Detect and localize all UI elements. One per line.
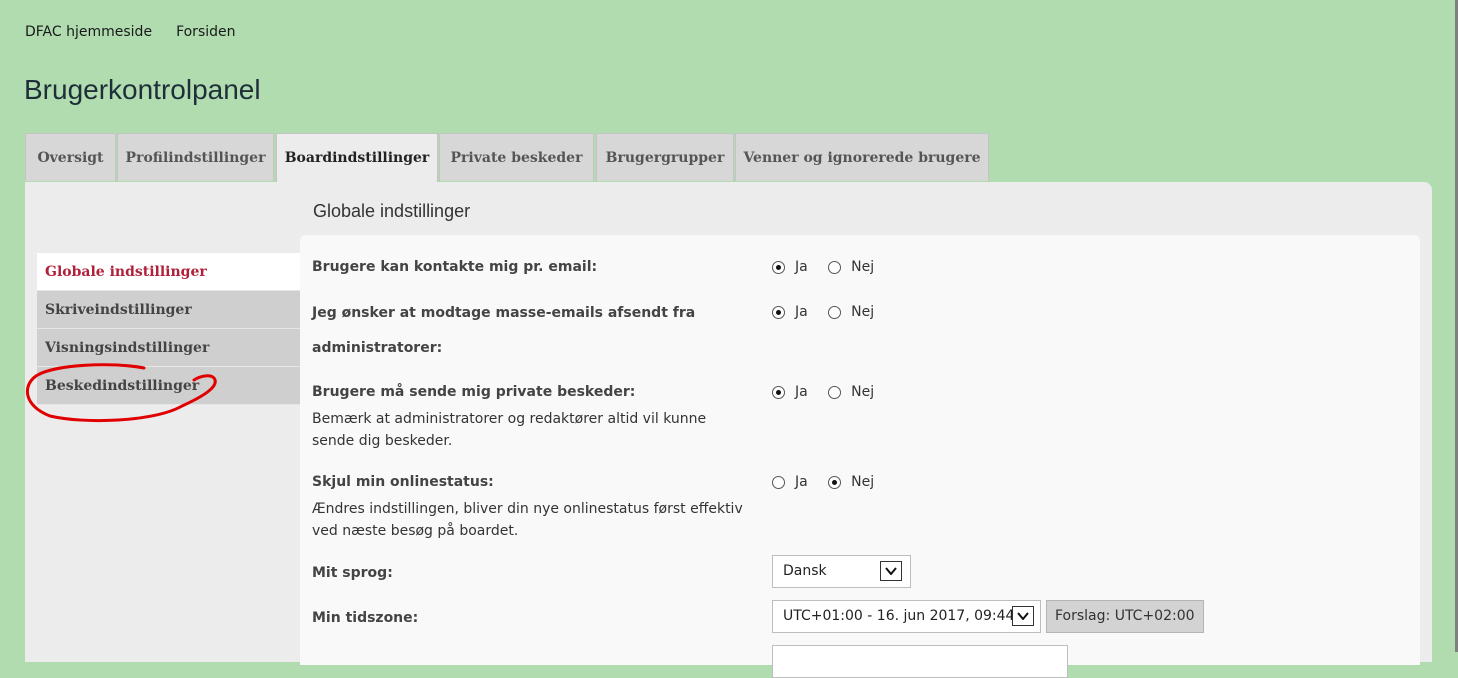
radio-checked-icon[interactable] xyxy=(772,260,785,274)
setting-email-contact: Brugere kan kontakte mig pr. email: Ja N… xyxy=(312,259,1412,275)
radio-label: Nej xyxy=(851,259,875,275)
radio-label: Nej xyxy=(851,304,875,320)
radio-unchecked-icon[interactable] xyxy=(828,260,842,274)
tab-venner-og-ignorerede-brugere[interactable]: Venner og ignorerede brugere xyxy=(735,133,989,181)
chevron-down-icon[interactable] xyxy=(1012,606,1034,626)
timezone-select-value: UTC+01:00 - 16. jun 2017, 09:44 xyxy=(783,608,1015,624)
private-messages-yes-option[interactable]: Ja xyxy=(772,384,808,400)
private-messages-no-option[interactable]: Nej xyxy=(828,384,874,400)
tab-oversigt[interactable]: Oversigt xyxy=(25,133,116,181)
hide-online-no-option[interactable]: Nej xyxy=(828,474,874,490)
email-contact-no-option[interactable]: Nej xyxy=(828,259,874,275)
radio-label: Ja xyxy=(795,474,808,490)
sidenav-item-beskedindstillinger[interactable]: Beskedindstillinger xyxy=(37,367,300,405)
tab-brugergrupper[interactable]: Brugergrupper xyxy=(596,133,734,181)
language-select-value: Dansk xyxy=(783,563,827,579)
language-select[interactable]: Dansk xyxy=(772,555,911,588)
private-messages-radio-group: Ja Nej xyxy=(772,384,890,403)
radio-unchecked-icon[interactable] xyxy=(828,305,842,319)
sidenav-item-skriveindstillinger[interactable]: Skriveindstillinger xyxy=(37,291,300,329)
settings-form: Brugere kan kontakte mig pr. email: Ja N… xyxy=(300,235,1420,678)
chevron-down-icon[interactable] xyxy=(880,561,902,581)
radio-checked-icon[interactable] xyxy=(772,385,785,399)
breadcrumb-forum-link[interactable]: Forsiden xyxy=(176,24,235,40)
mass-email-label-line2: administratorer: xyxy=(312,340,443,356)
hide-online-radio-group: Ja Nej xyxy=(772,474,890,493)
setting-private-messages: Brugere må sende mig private beskeder: B… xyxy=(312,384,1412,452)
radio-label: Ja xyxy=(795,304,808,320)
breadcrumb-separator: › xyxy=(161,24,167,40)
radio-checked-icon[interactable] xyxy=(828,475,842,489)
settings-panel: Globale indstillinger Globale indstillin… xyxy=(25,182,1432,678)
timezone-select[interactable]: UTC+01:00 - 16. jun 2017, 09:44 xyxy=(772,600,1041,633)
mass-email-radio-group: Ja Nej xyxy=(772,304,890,323)
settings-sidenav: Globale indstillinger Skriveindstillinge… xyxy=(37,253,300,405)
section-title: Globale indstillinger xyxy=(313,201,471,221)
radio-label: Nej xyxy=(851,384,875,400)
mass-email-yes-option[interactable]: Ja xyxy=(772,304,808,320)
tab-boardindstillinger[interactable]: Boardindstillinger xyxy=(276,133,438,183)
setting-hide-online: Skjul min onlinestatus: Ændres indstilli… xyxy=(312,474,1412,542)
date-format-select[interactable] xyxy=(772,645,1068,678)
setting-mass-email: Jeg ønsker at modtage masse-emails afsen… xyxy=(312,304,1412,366)
timezone-suggest-button[interactable]: Forslag: UTC+02:00 xyxy=(1046,600,1204,633)
radio-checked-icon[interactable] xyxy=(772,305,785,319)
sidenav-item-visningsindstillinger[interactable]: Visningsindstillinger xyxy=(37,329,300,367)
page-title: Brugerkontrolpanel xyxy=(24,74,261,105)
hide-online-yes-option[interactable]: Ja xyxy=(772,474,808,490)
radio-label: Ja xyxy=(795,259,808,275)
tab-profilindstillinger[interactable]: Profilindstillinger xyxy=(117,133,274,181)
radio-label: Nej xyxy=(851,474,875,490)
email-contact-radio-group: Ja Nej xyxy=(772,259,890,278)
private-messages-explain: Bemærk at administratorer og redaktører … xyxy=(312,411,707,449)
breadcrumb: DFAC hjemmeside › Forsiden xyxy=(25,24,236,40)
hide-online-explain: Ændres indstillingen, bliver din nye onl… xyxy=(312,501,743,539)
radio-unchecked-icon[interactable] xyxy=(772,475,785,489)
radio-label: Ja xyxy=(795,384,808,400)
email-contact-yes-option[interactable]: Ja xyxy=(772,259,808,275)
tab-private-beskeder[interactable]: Private beskeder xyxy=(439,133,594,181)
sidenav-item-globale-indstillinger[interactable]: Globale indstillinger xyxy=(37,253,300,291)
breadcrumb-home-link[interactable]: DFAC hjemmeside xyxy=(25,24,152,40)
radio-unchecked-icon[interactable] xyxy=(828,385,842,399)
mass-email-no-option[interactable]: Nej xyxy=(828,304,874,320)
